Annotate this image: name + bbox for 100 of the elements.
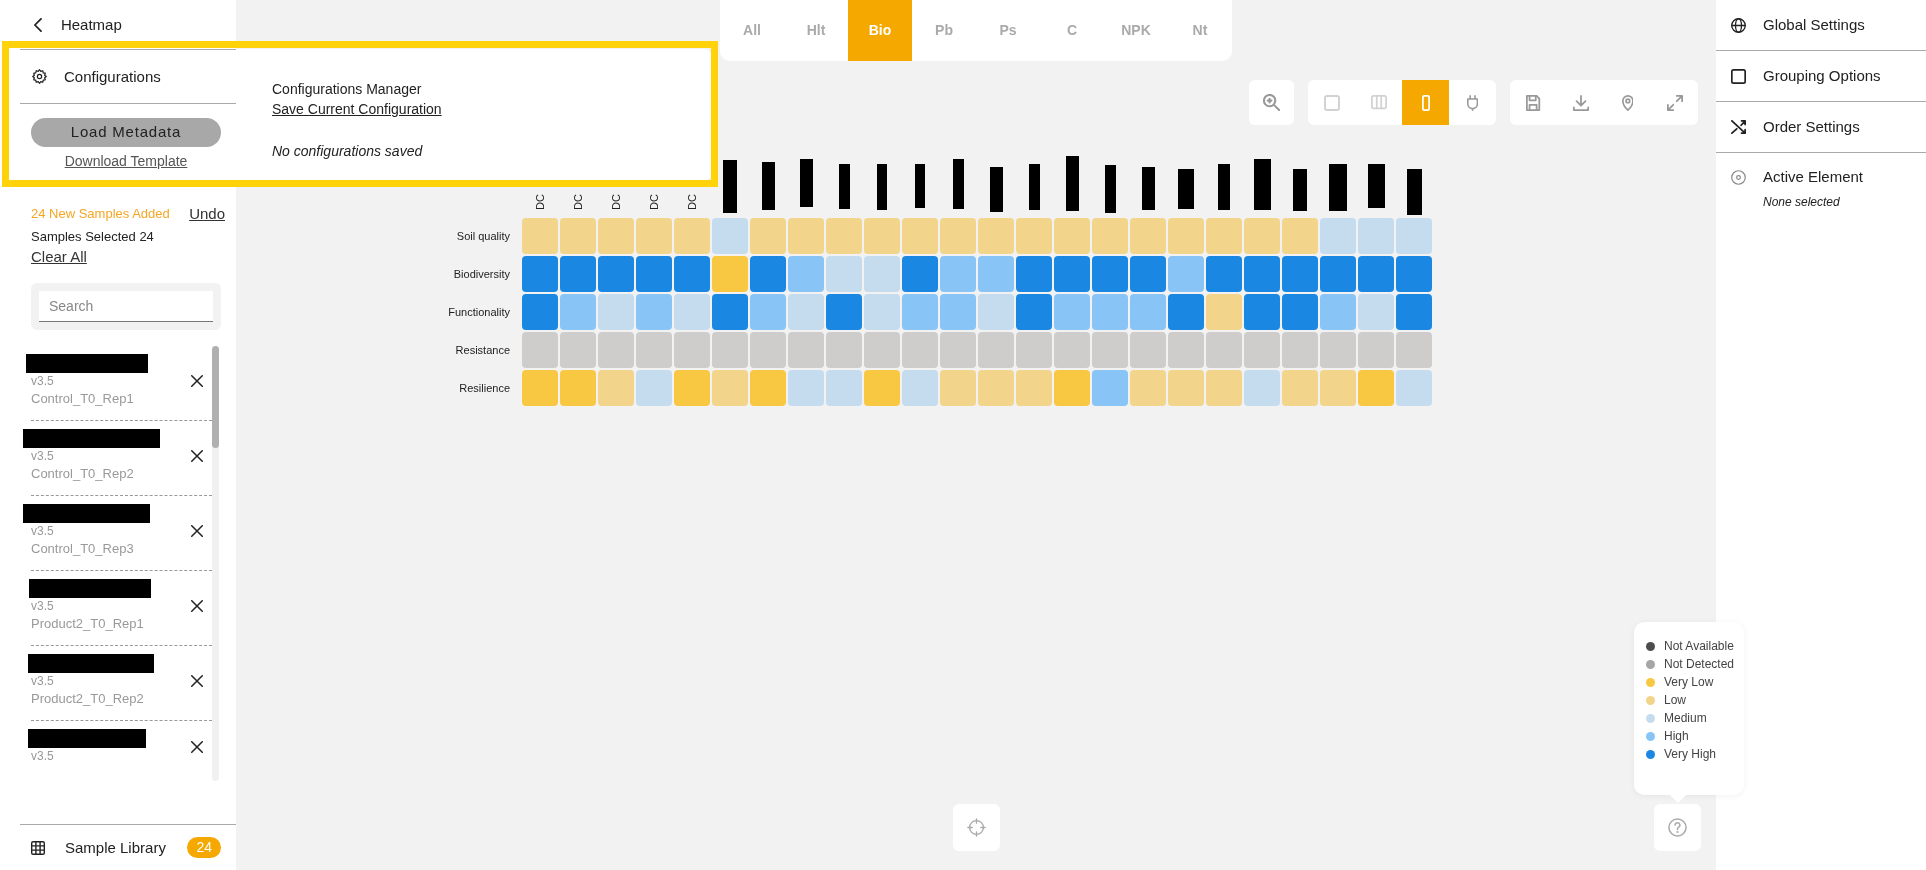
heatmap-cell[interactable]: [1320, 294, 1356, 330]
heatmap-cell[interactable]: [788, 218, 824, 254]
heatmap-cell[interactable]: [636, 332, 672, 368]
close-icon[interactable]: [191, 741, 203, 753]
heatmap-cell[interactable]: [1168, 332, 1204, 368]
heatmap-cell[interactable]: [522, 218, 558, 254]
heatmap-cell[interactable]: [636, 218, 672, 254]
heatmap-cell[interactable]: [636, 256, 672, 292]
heatmap-cell[interactable]: [522, 294, 558, 330]
clear-all-link[interactable]: Clear All: [31, 247, 87, 267]
heatmap-cell[interactable]: [978, 294, 1014, 330]
heatmap-cell[interactable]: [712, 332, 748, 368]
heatmap-cell[interactable]: [902, 332, 938, 368]
close-icon[interactable]: [191, 450, 203, 462]
heatmap-cell[interactable]: [598, 332, 634, 368]
close-icon[interactable]: [191, 375, 203, 387]
heatmap-cell[interactable]: [1130, 256, 1166, 292]
heatmap-cell[interactable]: [1282, 218, 1318, 254]
heatmap-cell[interactable]: [1016, 256, 1052, 292]
heatmap-cell[interactable]: [1130, 332, 1166, 368]
load-metadata-button[interactable]: Load Metadata: [31, 118, 221, 147]
active-element-item[interactable]: Active Element: [1731, 167, 1864, 187]
heatmap-cell[interactable]: [1092, 294, 1128, 330]
heatmap-cell[interactable]: [1016, 370, 1052, 406]
heatmap-cell[interactable]: [1396, 218, 1432, 254]
heatmap-cell[interactable]: [750, 294, 786, 330]
heatmap-cell[interactable]: [1206, 332, 1242, 368]
heatmap-cell[interactable]: [750, 256, 786, 292]
heatmap-cell[interactable]: [1282, 294, 1318, 330]
heatmap-cell[interactable]: [788, 294, 824, 330]
heatmap-cell[interactable]: [674, 218, 710, 254]
heatmap-cell[interactable]: [1244, 218, 1280, 254]
heatmap-cell[interactable]: [598, 218, 634, 254]
scrollbar-thumb[interactable]: [212, 346, 219, 448]
heatmap-cell[interactable]: [1206, 370, 1242, 406]
heatmap-cell[interactable]: [978, 218, 1014, 254]
heatmap-cell[interactable]: [1206, 256, 1242, 292]
order-settings-item[interactable]: Order Settings: [1731, 117, 1860, 137]
heatmap-cell[interactable]: [1092, 332, 1128, 368]
heatmap-cell[interactable]: [788, 332, 824, 368]
heatmap-cell[interactable]: [1016, 332, 1052, 368]
back-link[interactable]: Heatmap: [34, 14, 122, 35]
heatmap-cell[interactable]: [788, 256, 824, 292]
heatmap-cell[interactable]: [940, 256, 976, 292]
heatmap-cell[interactable]: [1130, 218, 1166, 254]
heatmap-cell[interactable]: [598, 370, 634, 406]
heatmap-cell[interactable]: [1054, 332, 1090, 368]
heatmap-cell[interactable]: [902, 294, 938, 330]
configurations-menu-item[interactable]: Configurations: [32, 66, 161, 87]
heatmap-cell[interactable]: [1092, 256, 1128, 292]
help-button[interactable]: [1654, 804, 1701, 851]
heatmap-cell[interactable]: [1320, 218, 1356, 254]
heatmap-cell[interactable]: [1244, 332, 1280, 368]
heatmap-cell[interactable]: [1206, 294, 1242, 330]
heatmap-cell[interactable]: [636, 370, 672, 406]
heatmap-cell[interactable]: [978, 370, 1014, 406]
heatmap-cell[interactable]: [864, 370, 900, 406]
heatmap-cell[interactable]: [1358, 256, 1394, 292]
undo-link[interactable]: Undo: [189, 204, 225, 224]
heatmap-cell[interactable]: [750, 370, 786, 406]
heatmap-cell[interactable]: [1396, 256, 1432, 292]
heatmap-cell[interactable]: [522, 332, 558, 368]
heatmap-cell[interactable]: [1092, 218, 1128, 254]
rectangle-view-button[interactable]: [1402, 80, 1449, 125]
heatmap-cell[interactable]: [1244, 370, 1280, 406]
heatmap-cell[interactable]: [712, 256, 748, 292]
heatmap-cell[interactable]: [1168, 218, 1204, 254]
heatmap-cell[interactable]: [902, 370, 938, 406]
heatmap-cell[interactable]: [598, 294, 634, 330]
recenter-button[interactable]: [952, 804, 1000, 851]
heatmap-cell[interactable]: [1054, 370, 1090, 406]
close-icon[interactable]: [191, 675, 203, 687]
heatmap-cell[interactable]: [1168, 294, 1204, 330]
heatmap-cell[interactable]: [826, 370, 862, 406]
heatmap-cell[interactable]: [826, 218, 862, 254]
heatmap-cell[interactable]: [1282, 370, 1318, 406]
sample-library-link[interactable]: Sample Library: [31, 837, 166, 858]
grouping-options-item[interactable]: Grouping Options: [1731, 66, 1881, 86]
heatmap-cell[interactable]: [826, 332, 862, 368]
heatmap-cell[interactable]: [674, 256, 710, 292]
close-icon[interactable]: [191, 525, 203, 537]
heatmap-cell[interactable]: [940, 294, 976, 330]
download-template-link[interactable]: Download Template: [64, 151, 188, 171]
heatmap-cell[interactable]: [1054, 256, 1090, 292]
heatmap-cell[interactable]: [1320, 256, 1356, 292]
heatmap-cell[interactable]: [864, 294, 900, 330]
heatmap-cell[interactable]: [598, 256, 634, 292]
heatmap-cell[interactable]: [826, 294, 862, 330]
heatmap-cell[interactable]: [560, 218, 596, 254]
heatmap-cell[interactable]: [712, 294, 748, 330]
heatmap-cell[interactable]: [1206, 218, 1242, 254]
zoom-button[interactable]: [1249, 80, 1294, 125]
heatmap-cell[interactable]: [1130, 370, 1166, 406]
heatmap-cell[interactable]: [1396, 370, 1432, 406]
heatmap-cell[interactable]: [1358, 332, 1394, 368]
heatmap-cell[interactable]: [560, 370, 596, 406]
heatmap-cell[interactable]: [1016, 294, 1052, 330]
heatmap-cell[interactable]: [902, 218, 938, 254]
heatmap-cell[interactable]: [712, 218, 748, 254]
global-settings-item[interactable]: Global Settings: [1731, 15, 1865, 35]
